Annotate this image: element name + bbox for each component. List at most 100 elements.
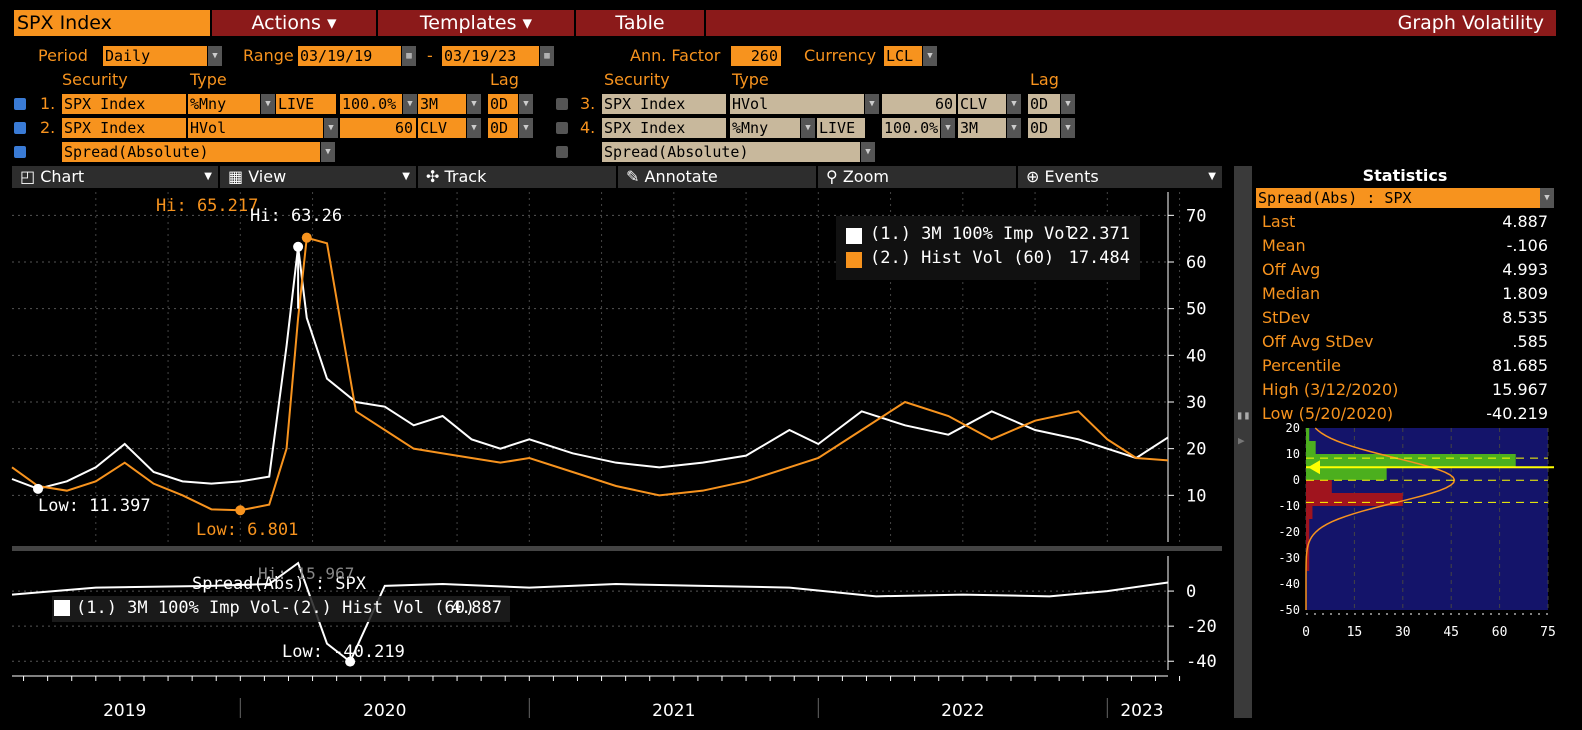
hist-x-label: 30 (1395, 625, 1411, 640)
chevron-down-icon[interactable]: ▼ (941, 118, 955, 138)
chevron-down-icon[interactable]: ▼ (801, 118, 815, 138)
row1-checkbox[interactable] (14, 98, 26, 110)
chevron-down-icon[interactable]: ▼ (208, 46, 222, 66)
hi-label-hist: Hi: 65.217 (156, 196, 259, 216)
hist-y-label: -20 (1278, 525, 1300, 539)
row-number: 1. (40, 94, 56, 113)
row1-lag[interactable]: 0D (488, 94, 518, 114)
row2-checkbox[interactable] (14, 122, 26, 134)
row2-clv[interactable]: CLV (418, 118, 466, 138)
x-tick-label: 2023 (1120, 701, 1163, 721)
spread-select[interactable]: Spread(Absolute) (62, 142, 320, 162)
end-date-input[interactable]: 03/19/23 (442, 46, 539, 66)
ann-factor-label: Ann. Factor (630, 46, 721, 65)
row3-checkbox[interactable] (556, 98, 568, 110)
chevron-down-icon[interactable]: ▼ (923, 46, 937, 66)
chevron-down-icon[interactable]: ▼ (519, 118, 533, 138)
row2-security-input[interactable]: SPX Index (62, 118, 186, 138)
chevron-down-icon[interactable]: ▼ (321, 142, 335, 162)
track-button[interactable]: ✣ Track (418, 166, 616, 188)
chart-menu[interactable]: ◰ Chart ▼ (12, 166, 218, 188)
row3-clv[interactable]: CLV (958, 94, 1006, 114)
zoom-button[interactable]: ⚲ Zoom (818, 166, 1016, 188)
stat-value: 8.535 (1502, 308, 1548, 327)
row1-moneyness[interactable]: 100.0% (340, 94, 402, 114)
chevron-down-icon[interactable]: ▼ (1007, 118, 1021, 138)
panel-divider[interactable] (12, 546, 1222, 551)
annotate-button[interactable]: ✎ Annotate (618, 166, 816, 188)
actions-menu[interactable]: Actions ▾ (212, 10, 376, 36)
low-label-imp: Low: 11.397 (38, 496, 151, 516)
legend-value: 22.371 (1068, 224, 1130, 244)
row1-live[interactable]: LIVE (276, 94, 336, 114)
hi-label-imp: Hi: 63.26 (250, 206, 343, 226)
start-date-input[interactable]: 03/19/19 (298, 46, 401, 66)
spread-checkbox-right[interactable] (556, 146, 568, 158)
chart-icon: ◰ (20, 167, 41, 186)
hist-bar (1306, 493, 1403, 506)
table-button[interactable]: Table (576, 10, 704, 36)
chevron-down-icon[interactable]: ▼ (467, 94, 481, 114)
row1-type-select[interactable]: %Mny (188, 94, 260, 114)
stats-selector[interactable]: Spread(Abs) : SPX (1256, 188, 1540, 208)
period-select[interactable]: Daily (103, 46, 207, 66)
chevron-down-icon[interactable]: ▼ (519, 94, 533, 114)
chevron-down-icon[interactable]: ▼ (467, 118, 481, 138)
row2-lag[interactable]: 0D (488, 118, 518, 138)
row1-tenor[interactable]: 3M (418, 94, 466, 114)
col-security: Security (62, 70, 128, 89)
hi-marker (293, 241, 304, 252)
templates-menu[interactable]: Templates ▾ (378, 10, 574, 36)
chevron-down-icon[interactable]: ▼ (1061, 118, 1075, 138)
stat-key: Last (1262, 212, 1296, 231)
row4-checkbox[interactable] (556, 122, 568, 134)
chevron-down-icon[interactable]: ▼ (865, 94, 879, 114)
row3-type-select[interactable]: HVol (730, 94, 864, 114)
row4-live[interactable]: LIVE (817, 118, 865, 138)
chevron-down-icon[interactable]: ▼ (861, 142, 875, 162)
range-dash: - (427, 46, 433, 65)
row4-security-input[interactable]: SPX Index (602, 118, 726, 138)
stat-key: High (3/12/2020) (1262, 380, 1399, 399)
row2-type-select[interactable]: HVol (188, 118, 323, 138)
pencil-icon: ✎ (626, 167, 645, 186)
row3-lag[interactable]: 0D (1028, 94, 1060, 114)
spread-checkbox[interactable] (14, 146, 26, 158)
row3-window[interactable]: 60 (882, 94, 956, 114)
bar-chart-icon: ▮▮ (1236, 408, 1251, 422)
currency-select[interactable]: LCL (884, 46, 922, 66)
y-tick-label: 20 (1186, 440, 1206, 460)
x-tick-label: 2022 (941, 701, 984, 721)
hist-y-label: -10 (1278, 499, 1300, 513)
row3-security-input[interactable]: SPX Index (602, 94, 726, 114)
row4-moneyness[interactable]: 100.0% (882, 118, 940, 138)
chevron-down-icon[interactable]: ▼ (261, 94, 275, 114)
stat-value: 15.967 (1492, 380, 1548, 399)
security-ticker[interactable]: SPX Index (14, 10, 210, 36)
calendar-icon[interactable]: ▦ (402, 46, 416, 66)
events-menu[interactable]: ⊕ Events ▼ (1018, 166, 1222, 188)
calendar-icon[interactable]: ▦ (540, 46, 554, 66)
stat-value: -.106 (1506, 236, 1548, 255)
y-tick-label: 50 (1186, 300, 1206, 320)
row4-lag[interactable]: 0D (1028, 118, 1060, 138)
row2-window[interactable]: 60 (340, 118, 416, 138)
chevron-down-icon[interactable]: ▼ (1061, 94, 1075, 114)
spread-select-right[interactable]: Spread(Absolute) (602, 142, 860, 162)
chevron-down-icon[interactable]: ▼ (1540, 188, 1554, 208)
hist-bar (1306, 558, 1310, 571)
y-tick-label: 70 (1186, 206, 1206, 226)
chevron-down-icon[interactable]: ▼ (403, 94, 417, 114)
view-menu[interactable]: ▦ View ▼ (220, 166, 416, 188)
hist-bar (1306, 454, 1516, 467)
spread-series-value: 4.887 (450, 598, 502, 618)
chevron-down-icon[interactable]: ▼ (1007, 94, 1021, 114)
ann-factor-input[interactable]: 260 (731, 46, 781, 66)
row4-tenor[interactable]: 3M (958, 118, 1006, 138)
stat-row: Percentile 81.685 (1256, 356, 1554, 378)
row-number: 2. (40, 118, 56, 137)
row1-security-input[interactable]: SPX Index (62, 94, 186, 114)
chevron-down-icon[interactable]: ▼ (324, 118, 338, 138)
row4-type-select[interactable]: %Mny (730, 118, 800, 138)
panel-collapse-bar[interactable]: ▮▮ ▶ (1234, 166, 1252, 718)
